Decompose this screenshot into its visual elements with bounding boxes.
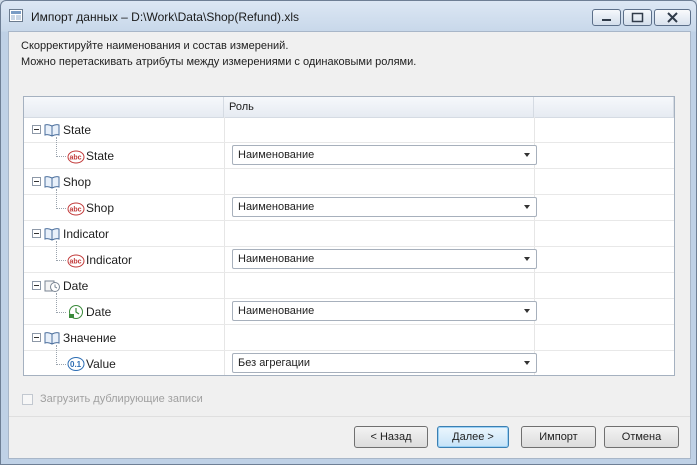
- close-icon: [667, 12, 678, 23]
- attribute-row[interactable]: Date Наименование: [24, 293, 674, 325]
- numeric-icon: 0.1: [67, 357, 85, 371]
- role-select[interactable]: Без агрегации: [232, 353, 537, 373]
- book-icon: [44, 228, 60, 241]
- role-select[interactable]: Наименование: [232, 197, 537, 217]
- tree-connector: [56, 208, 66, 209]
- role-select-value: Наименование: [238, 305, 315, 317]
- minimize-icon: [602, 19, 611, 21]
- chevron-down-icon[interactable]: [524, 153, 530, 157]
- window-title: Импорт данных – D:\Work\Data\Shop(Refund…: [31, 10, 300, 24]
- collapse-icon[interactable]: [32, 229, 41, 238]
- next-button[interactable]: Далее >: [437, 426, 509, 448]
- calendar-icon: [44, 280, 60, 292]
- svg-text:abc: abc: [70, 259, 82, 266]
- collapse-icon[interactable]: [32, 125, 41, 134]
- book-icon: [44, 332, 60, 345]
- dimension-label: State: [63, 123, 92, 137]
- attribute-label: Shop: [86, 201, 115, 215]
- attribute-label: Indicator: [86, 253, 133, 267]
- svg-text:abc: abc: [70, 207, 82, 214]
- close-button[interactable]: [654, 9, 691, 26]
- tree-connector: [56, 137, 57, 157]
- dimensions-grid[interactable]: Роль State abc State Наименование Shop a…: [23, 96, 675, 376]
- dimension-label: Date: [63, 279, 89, 293]
- tree-connector: [56, 293, 57, 313]
- import-dialog: Импорт данных – D:\Work\Data\Shop(Refund…: [0, 0, 697, 465]
- abc-icon: abc: [67, 254, 85, 268]
- attribute-row[interactable]: abc State Наименование: [24, 137, 674, 169]
- role-select[interactable]: Наименование: [232, 301, 537, 321]
- role-select[interactable]: Наименование: [232, 145, 537, 165]
- svg-text:abc: abc: [70, 155, 82, 162]
- back-button[interactable]: < Назад: [354, 426, 428, 448]
- tree-connector: [56, 364, 66, 365]
- dimension-row[interactable]: Shop: [24, 169, 674, 195]
- book-icon: [44, 176, 60, 189]
- dimension-row[interactable]: Date: [24, 273, 674, 299]
- role-select-value: Наименование: [238, 149, 315, 161]
- tree-connector: [56, 156, 66, 157]
- grid-header: Роль: [24, 97, 674, 118]
- maximize-button[interactable]: [623, 9, 652, 26]
- maximize-icon: [631, 12, 644, 23]
- minimize-button[interactable]: [592, 9, 621, 26]
- svg-text:0.1: 0.1: [70, 360, 82, 369]
- dimension-row[interactable]: Indicator: [24, 221, 674, 247]
- attribute-label: Value: [86, 357, 116, 371]
- dimension-label: Значение: [63, 331, 117, 345]
- cancel-button[interactable]: Отмена: [604, 426, 679, 448]
- column-header-name[interactable]: [24, 97, 224, 117]
- collapse-icon[interactable]: [32, 177, 41, 186]
- load-duplicates-checkbox[interactable]: [22, 394, 33, 405]
- tree-connector: [56, 260, 66, 261]
- dimension-row[interactable]: State: [24, 117, 674, 143]
- instruction-line-1: Скорректируйте наименования и состав изм…: [21, 40, 289, 52]
- attribute-label: State: [86, 149, 115, 163]
- app-icon: [9, 9, 23, 22]
- chevron-down-icon[interactable]: [524, 361, 530, 365]
- load-duplicates-label: Загрузить дублирующие записи: [40, 393, 203, 405]
- tree-connector: [56, 345, 57, 365]
- attribute-label: Date: [86, 305, 112, 319]
- chevron-down-icon[interactable]: [524, 309, 530, 313]
- dialog-body: Скорректируйте наименования и состав изм…: [8, 31, 691, 459]
- instruction-line-2: Можно перетаскивать атрибуты между измер…: [21, 56, 417, 68]
- role-select-value: Наименование: [238, 253, 315, 265]
- dimension-label: Shop: [63, 175, 92, 189]
- role-select-value: Без агрегации: [238, 357, 311, 369]
- attribute-row[interactable]: abc Indicator Наименование: [24, 241, 674, 273]
- attribute-row[interactable]: abc Shop Наименование: [24, 189, 674, 221]
- chevron-down-icon[interactable]: [524, 257, 530, 261]
- role-select[interactable]: Наименование: [232, 249, 537, 269]
- column-header-extra[interactable]: [534, 97, 674, 117]
- role-select-value: Наименование: [238, 201, 315, 213]
- abc-icon: abc: [67, 202, 85, 216]
- import-button[interactable]: Импорт: [521, 426, 596, 448]
- attribute-row[interactable]: 0.1 Value Без агрегации: [24, 345, 674, 375]
- title-bar[interactable]: Импорт данных – D:\Work\Data\Shop(Refund…: [1, 1, 696, 31]
- footer-divider: [9, 416, 690, 417]
- tree-connector: [56, 241, 57, 261]
- book-icon: [44, 124, 60, 137]
- tree-connector: [56, 189, 57, 209]
- dimension-row[interactable]: Значение: [24, 325, 674, 351]
- collapse-icon[interactable]: [32, 333, 41, 342]
- dimension-label: Indicator: [63, 227, 110, 241]
- column-header-role-label: Роль: [229, 101, 254, 113]
- chevron-down-icon[interactable]: [524, 205, 530, 209]
- abc-icon: abc: [67, 150, 85, 164]
- tree-connector: [56, 312, 66, 313]
- date-icon: [69, 305, 83, 319]
- column-header-role[interactable]: [224, 97, 534, 117]
- collapse-icon[interactable]: [32, 281, 41, 290]
